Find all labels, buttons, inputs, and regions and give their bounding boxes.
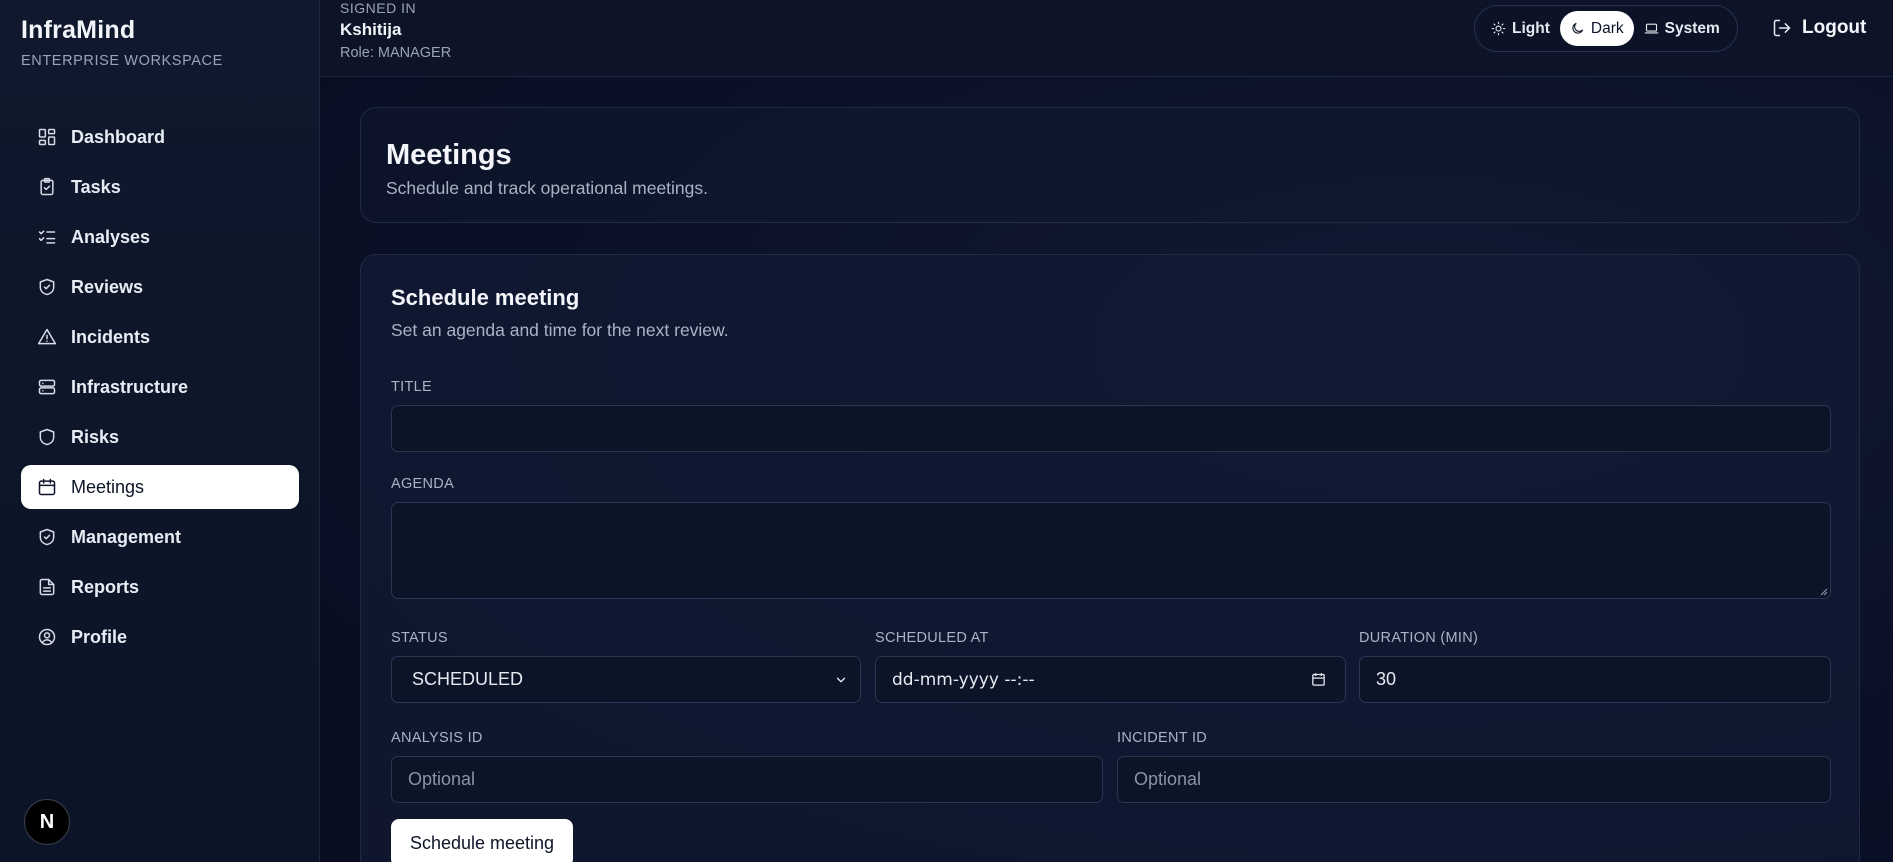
- shield-check-icon: [37, 277, 57, 297]
- agenda-textarea-control[interactable]: [408, 513, 1814, 588]
- sidebar-nav: Dashboard Tasks Analyses Reviews Inciden…: [21, 115, 299, 665]
- title-input-control[interactable]: [408, 406, 1814, 451]
- sidebar-item-management[interactable]: Management: [21, 515, 299, 559]
- incident-id-input[interactable]: [1117, 756, 1831, 803]
- sidebar-item-label: Meetings: [71, 476, 145, 497]
- theme-option-light[interactable]: Light: [1481, 11, 1560, 46]
- agenda-textarea[interactable]: [391, 502, 1831, 599]
- clipboard-check-icon: [37, 177, 57, 197]
- page-title: Meetings: [386, 139, 512, 171]
- sidebar-item-reviews[interactable]: Reviews: [21, 265, 299, 309]
- brand-name: InfraMind: [21, 16, 136, 44]
- duration-value: 30: [1376, 669, 1397, 689]
- theme-option-label: System: [1664, 19, 1720, 37]
- duration-input[interactable]: 30: [1359, 656, 1831, 703]
- theme-toggle: Light Dark System: [1474, 5, 1738, 52]
- sidebar-item-tasks[interactable]: Tasks: [21, 165, 299, 209]
- calendar-picker-icon[interactable]: [1310, 671, 1327, 688]
- sidebar-item-label: Incidents: [71, 326, 151, 347]
- title-label: TITLE: [391, 379, 432, 395]
- sidebar-item-meetings[interactable]: Meetings: [21, 465, 299, 509]
- theme-option-dark[interactable]: Dark: [1559, 11, 1634, 46]
- shield-icon: [37, 427, 57, 447]
- theme-option-system[interactable]: System: [1634, 11, 1730, 46]
- logout-icon: [1773, 19, 1791, 37]
- logout-button[interactable]: Logout: [1772, 17, 1866, 39]
- alert-triangle-icon: [37, 327, 57, 347]
- framework-badge[interactable]: N: [24, 799, 70, 845]
- user-info: SIGNED IN Kshitija Role: MANAGER: [340, 0, 451, 61]
- signed-in-label: SIGNED IN: [340, 0, 417, 16]
- status-value: SCHEDULED: [412, 669, 524, 689]
- sidebar-item-label: Management: [71, 526, 182, 547]
- sidebar-item-risks[interactable]: Risks: [21, 415, 299, 459]
- analysis-id-input-control[interactable]: [408, 757, 1086, 802]
- schedule-meeting-form: Schedule meeting Set an agenda and time …: [360, 254, 1860, 862]
- sidebar-item-label: Risks: [71, 426, 120, 447]
- theme-option-label: Dark: [1590, 19, 1624, 37]
- theme-option-label: Light: [1512, 19, 1550, 37]
- status-select[interactable]: SCHEDULED: [391, 656, 861, 703]
- incident-id-label: INCIDENT ID: [1117, 730, 1208, 746]
- duration-label: DURATION (MIN): [1359, 630, 1479, 646]
- resize-grip-icon[interactable]: [1818, 586, 1828, 596]
- shield-check-icon: [37, 527, 57, 547]
- main-content: SIGNED IN Kshitija Role: MANAGER Light D…: [320, 0, 1893, 862]
- scheduled-at-input[interactable]: dd-mm-yyyy --:--: [875, 656, 1346, 703]
- sidebar-item-label: Tasks: [71, 176, 121, 197]
- schedule-meeting-button[interactable]: Schedule meeting: [391, 819, 573, 862]
- sidebar-item-dashboard[interactable]: Dashboard: [21, 115, 299, 159]
- sidebar: InfraMind ENTERPRISE WORKSPACE Dashboard…: [0, 0, 320, 862]
- status-label: STATUS: [391, 630, 448, 646]
- app-shell: InfraMind ENTERPRISE WORKSPACE Dashboard…: [0, 0, 1893, 862]
- user-circle-icon: [37, 627, 57, 647]
- brand-subtitle: ENTERPRISE WORKSPACE: [21, 53, 223, 69]
- incident-id-input-control[interactable]: [1134, 757, 1814, 802]
- dashboard-icon: [37, 127, 57, 147]
- laptop-icon: [1644, 23, 1658, 34]
- user-name: Kshitija: [340, 20, 402, 39]
- sidebar-item-label: Analyses: [71, 226, 151, 247]
- user-role: Role: MANAGER: [340, 45, 452, 61]
- analysis-id-input[interactable]: [391, 756, 1103, 803]
- calendar-icon: [37, 477, 57, 497]
- sidebar-item-label: Profile: [71, 626, 128, 647]
- sidebar-item-incidents[interactable]: Incidents: [21, 315, 299, 359]
- title-input[interactable]: [391, 405, 1831, 452]
- sidebar-item-label: Reviews: [71, 276, 144, 297]
- sidebar-item-label: Dashboard: [71, 126, 166, 147]
- chevron-down-icon: [836, 677, 846, 682]
- sidebar-item-reports[interactable]: Reports: [21, 565, 299, 609]
- moon-icon: [1572, 22, 1583, 34]
- sidebar-item-profile[interactable]: Profile: [21, 615, 299, 659]
- form-title: Schedule meeting: [391, 285, 580, 310]
- file-text-icon: [37, 577, 57, 597]
- logout-label: Logout: [1802, 17, 1867, 38]
- brand: InfraMind ENTERPRISE WORKSPACE: [21, 16, 223, 69]
- sidebar-item-infrastructure[interactable]: Infrastructure: [21, 365, 299, 409]
- scheduled-at-value: dd-mm-yyyy --:--: [892, 669, 1035, 690]
- topbar: SIGNED IN Kshitija Role: MANAGER Light D…: [320, 0, 1892, 77]
- sun-icon: [1491, 21, 1506, 36]
- page-subtitle: Schedule and track operational meetings.: [386, 178, 709, 198]
- agenda-label: AGENDA: [391, 476, 455, 492]
- analysis-id-label: ANALYSIS ID: [391, 730, 483, 746]
- form-subtitle: Set an agenda and time for the next revi…: [391, 320, 729, 340]
- list-checks-icon: [37, 227, 57, 247]
- sidebar-item-label: Reports: [71, 576, 140, 597]
- sidebar-item-analyses[interactable]: Analyses: [21, 215, 299, 259]
- sidebar-item-label: Infrastructure: [71, 376, 189, 397]
- page-header-card: Meetings Schedule and track operational …: [360, 107, 1860, 223]
- server-icon: [37, 377, 57, 397]
- scheduled-at-label: SCHEDULED AT: [875, 630, 989, 646]
